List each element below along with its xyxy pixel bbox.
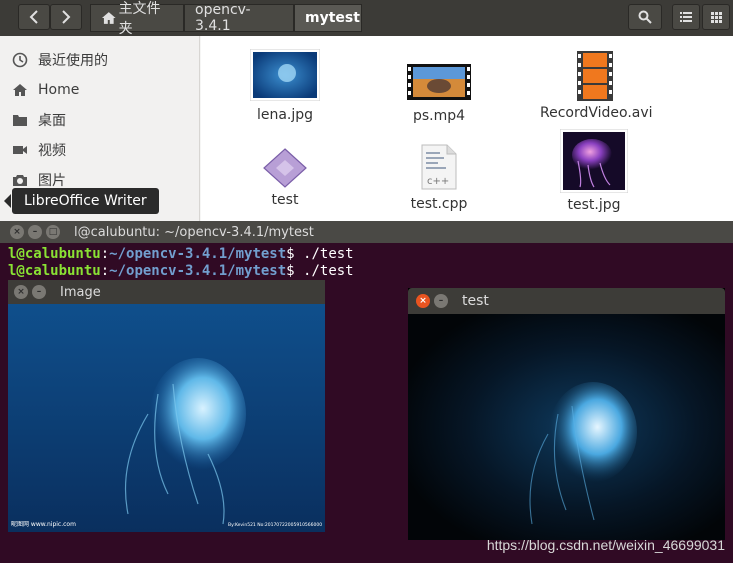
grid-view-button[interactable]: [702, 4, 730, 30]
sidebar-item-home[interactable]: Home: [10, 77, 79, 103]
prompt-path: ~/opencv-3.4.1/mytest: [109, 246, 287, 262]
sidebar-item-videos[interactable]: 视频: [10, 137, 66, 163]
file-item-ps-mp4[interactable]: ps.mp4: [384, 64, 494, 124]
prompt-user: l@calubuntu: [8, 263, 101, 279]
minimize-icon: –: [438, 296, 444, 306]
terminal-line: l@calubuntu:~/opencv-3.4.1/mytest$ ./tes…: [8, 246, 354, 262]
camera-icon: [10, 170, 30, 190]
grid-view-icon: [710, 11, 722, 23]
forward-button[interactable]: [50, 4, 82, 30]
watermark: https://blog.csdn.net/weixin_46699031: [486, 537, 725, 553]
clock-icon: [10, 50, 30, 70]
cpp-file-icon: c++: [421, 144, 457, 190]
folder-icon: [10, 110, 30, 130]
file-name: RecordVideo.avi: [540, 105, 653, 121]
sidebar-item-label: 视频: [38, 143, 66, 159]
prompt-command: $ ./test: [286, 263, 354, 279]
file-manager-window: 主文件夹 opencv-3.4.1 mytest 最近使用的 Home 桌面 视…: [0, 0, 733, 225]
sidebar-item-recent[interactable]: 最近使用的: [10, 47, 108, 73]
test-window-titlebar: × – test: [408, 288, 725, 314]
sidebar-item-label: 桌面: [38, 113, 66, 129]
file-item-test[interactable]: test: [230, 148, 340, 208]
minimize-button[interactable]: –: [32, 285, 46, 299]
close-button[interactable]: ×: [10, 225, 24, 239]
home-icon: [10, 80, 30, 100]
video-file-icon: [577, 51, 613, 101]
list-view-button[interactable]: [672, 4, 700, 30]
sidebar-item-label: Home: [38, 82, 80, 98]
prompt-user: l@calubuntu: [8, 246, 101, 262]
image-thumbnail-icon: [559, 128, 629, 194]
back-button[interactable]: [18, 4, 50, 30]
chevron-right-icon: [62, 10, 71, 24]
file-name: ps.mp4: [412, 108, 466, 124]
processed-jellyfish-image: [408, 314, 725, 540]
file-name: lena.jpg: [256, 107, 314, 123]
svg-text:c++: c++: [427, 176, 449, 187]
minimize-button[interactable]: –: [28, 225, 42, 239]
file-view: lena.jpg ps.mp4 RecordVideo.avi test c++…: [201, 36, 733, 225]
image-window-titlebar: × – Image: [8, 280, 325, 304]
maximize-button[interactable]: □: [46, 225, 60, 239]
file-item-recordvideo[interactable]: RecordVideo.avi: [540, 51, 653, 121]
minimize-button[interactable]: –: [434, 294, 448, 308]
breadcrumb-mytest-label: mytest: [305, 10, 360, 26]
close-icon: ×: [17, 287, 25, 297]
file-name: test.cpp: [410, 196, 468, 212]
test-window: × – test: [408, 288, 725, 540]
image-caption-right: By:Kevin521 No:20170722005910566000: [228, 522, 322, 528]
test-window-title: test: [462, 293, 489, 309]
sidebar-item-desktop[interactable]: 桌面: [10, 107, 66, 133]
maximize-icon: □: [48, 227, 58, 237]
prompt-path: ~/opencv-3.4.1/mytest: [109, 263, 287, 279]
file-manager-toolbar: 主文件夹 opencv-3.4.1 mytest: [0, 0, 733, 37]
terminal-line: l@calubuntu:~/opencv-3.4.1/mytest$ ./tes…: [8, 263, 354, 279]
close-button[interactable]: ×: [14, 285, 28, 299]
image-window: × – Image 昵图网 www.nipic.com By:Kevin521 …: [8, 280, 325, 532]
breadcrumb-home-label: 主文件夹: [118, 1, 161, 37]
jellyfish-image: 昵图网 www.nipic.com By:Kevin521 No:2017072…: [8, 304, 325, 532]
file-item-lena[interactable]: lena.jpg: [230, 48, 340, 123]
prompt-separator: :: [100, 246, 110, 262]
file-name: test.jpg: [567, 197, 621, 213]
video-icon: [10, 140, 30, 160]
terminal-title: l@calubuntu: ~/opencv-3.4.1/mytest: [74, 224, 314, 240]
close-button[interactable]: ×: [416, 294, 430, 308]
image-window-title: Image: [60, 284, 101, 300]
close-icon: ×: [419, 296, 427, 306]
breadcrumb-opencv[interactable]: opencv-3.4.1: [184, 2, 294, 34]
image-thumbnail-icon: [249, 48, 321, 102]
file-item-test-jpg[interactable]: test.jpg: [539, 128, 649, 213]
sidebar-item-label: 图片: [38, 173, 66, 189]
file-name: test: [271, 192, 299, 208]
prompt-command: $ ./test: [286, 246, 354, 262]
terminal-titlebar: × – □ l@calubuntu: ~/opencv-3.4.1/mytest: [0, 221, 733, 243]
breadcrumb-opencv-label: opencv-3.4.1: [195, 2, 251, 34]
search-button[interactable]: [628, 4, 662, 30]
search-icon: [638, 10, 652, 24]
chevron-left-icon: [29, 10, 38, 24]
video-thumbnail-icon: [407, 64, 471, 100]
image-caption-left: 昵图网 www.nipic.com: [11, 521, 76, 528]
sidebar-item-label: 最近使用的: [38, 53, 108, 69]
tooltip: LibreOffice Writer: [4, 188, 159, 214]
list-view-icon: [680, 12, 692, 22]
breadcrumb-home[interactable]: 主文件夹: [90, 1, 184, 37]
file-item-test-cpp[interactable]: c++ test.cpp: [384, 144, 494, 212]
breadcrumb-mytest[interactable]: mytest: [294, 4, 362, 32]
prompt-separator: :: [100, 263, 110, 279]
home-icon: [101, 12, 116, 24]
minimize-icon: –: [36, 287, 42, 297]
executable-icon: [263, 148, 307, 188]
minimize-icon: –: [32, 227, 38, 237]
close-icon: ×: [13, 227, 21, 237]
